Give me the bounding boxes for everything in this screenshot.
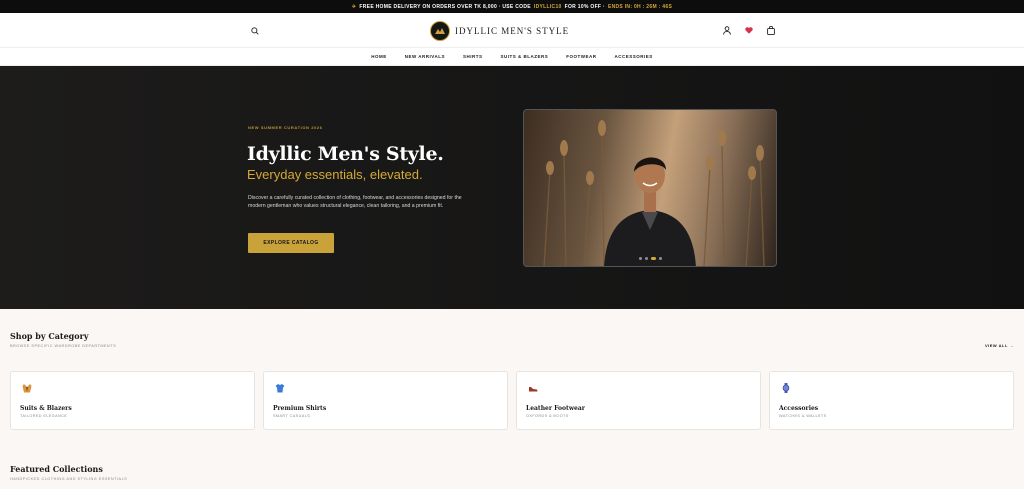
category-name: Leather Footwear xyxy=(526,405,585,412)
site-header: IDYLLIC MEN'S STYLE xyxy=(0,13,1024,48)
logo-badge-icon xyxy=(430,21,450,41)
shirt-icon xyxy=(274,382,285,393)
nav-shirts[interactable]: SHIRTS xyxy=(463,54,483,59)
shoe-icon xyxy=(527,382,538,393)
carousel-dot[interactable] xyxy=(659,257,662,260)
promo-text: FREE HOME DELIVERY ON ORDERS OVER TK 8,0… xyxy=(359,3,531,10)
promo-offer: FOR 10% OFF · xyxy=(564,3,605,10)
category-cards: Suits & Blazers TAILORED ELEGANCE Premiu… xyxy=(10,371,1014,430)
user-icon[interactable] xyxy=(721,25,732,36)
featured-section-title: Featured Collections xyxy=(10,464,103,474)
carousel-dots xyxy=(639,257,662,260)
hero-image xyxy=(523,109,777,267)
category-card-accessories[interactable]: Accessories WATCHES & WALLETS xyxy=(769,371,1014,430)
nav-new-arrivals[interactable]: NEW ARRIVALS xyxy=(405,54,445,59)
header-actions xyxy=(721,25,776,36)
carousel-dot-active[interactable] xyxy=(651,257,656,260)
carousel-dot[interactable] xyxy=(639,257,642,260)
category-card-shirts[interactable]: Premium Shirts SMART CASUALS xyxy=(263,371,508,430)
carousel-dot[interactable] xyxy=(645,257,648,260)
brand-logo[interactable]: IDYLLIC MEN'S STYLE xyxy=(430,21,569,41)
category-sub: OXFORDS & BOOTS xyxy=(526,414,569,418)
category-sub: SMART CASUALS xyxy=(273,414,311,418)
category-section-subtitle: BROWSE SPECIFIC WARDROBE DEPARTMENTS xyxy=(10,344,117,348)
category-card-suits[interactable]: Suits & Blazers TAILORED ELEGANCE xyxy=(10,371,255,430)
view-all-link[interactable]: VIEW ALL → xyxy=(985,343,1014,348)
main-nav: HOME NEW ARRIVALS SHIRTS SUITS & BLAZERS… xyxy=(0,48,1024,66)
view-all-label: VIEW ALL xyxy=(984,343,1008,348)
suit-icon xyxy=(21,382,32,393)
hero-title: Idyllic Men's Style. xyxy=(247,143,444,165)
bag-icon[interactable] xyxy=(765,25,776,36)
brand-name: IDYLLIC MEN'S STYLE xyxy=(455,26,570,36)
promo-bar: ✈ FREE HOME DELIVERY ON ORDERS OVER TK 8… xyxy=(0,0,1024,13)
nav-accessories[interactable]: ACCESSORIES xyxy=(615,54,653,59)
nav-home[interactable]: HOME xyxy=(371,54,387,59)
arrow-right-icon: → xyxy=(1009,343,1014,348)
featured-section-subtitle: HANDPICKED CLOTHING AND STYLING ESSENTIA… xyxy=(10,477,128,481)
hero-eyebrow: NEW SUMMER CURATION 2026 xyxy=(248,125,323,130)
category-name: Premium Shirts xyxy=(273,405,327,412)
nav-footwear[interactable]: FOOTWEAR xyxy=(566,54,596,59)
watch-icon xyxy=(780,382,791,393)
nav-suits-blazers[interactable]: SUITS & BLAZERS xyxy=(500,54,548,59)
explore-catalog-button[interactable]: EXPLORE CATALOG xyxy=(248,233,334,253)
category-section-title: Shop by Category xyxy=(10,331,89,341)
category-card-footwear[interactable]: Leather Footwear OXFORDS & BOOTS xyxy=(516,371,761,430)
hero-section: NEW SUMMER CURATION 2026 Idyllic Men's S… xyxy=(0,66,1024,309)
category-sub: WATCHES & WALLETS xyxy=(779,414,827,418)
category-name: Suits & Blazers xyxy=(20,405,72,412)
category-sub: TAILORED ELEGANCE xyxy=(20,414,68,418)
heart-icon[interactable] xyxy=(743,25,754,36)
promo-countdown: ENDS IN: 0H : 26M : 46S xyxy=(607,3,673,10)
hero-subtitle: Everyday essentials, elevated. xyxy=(247,167,423,182)
promo-code: IDYLLIC10 xyxy=(533,3,562,10)
plane-icon: ✈ xyxy=(351,3,357,10)
search-icon[interactable] xyxy=(250,26,260,36)
hero-description: Discover a carefully curated collection … xyxy=(248,195,462,210)
category-name: Accessories xyxy=(779,405,819,412)
